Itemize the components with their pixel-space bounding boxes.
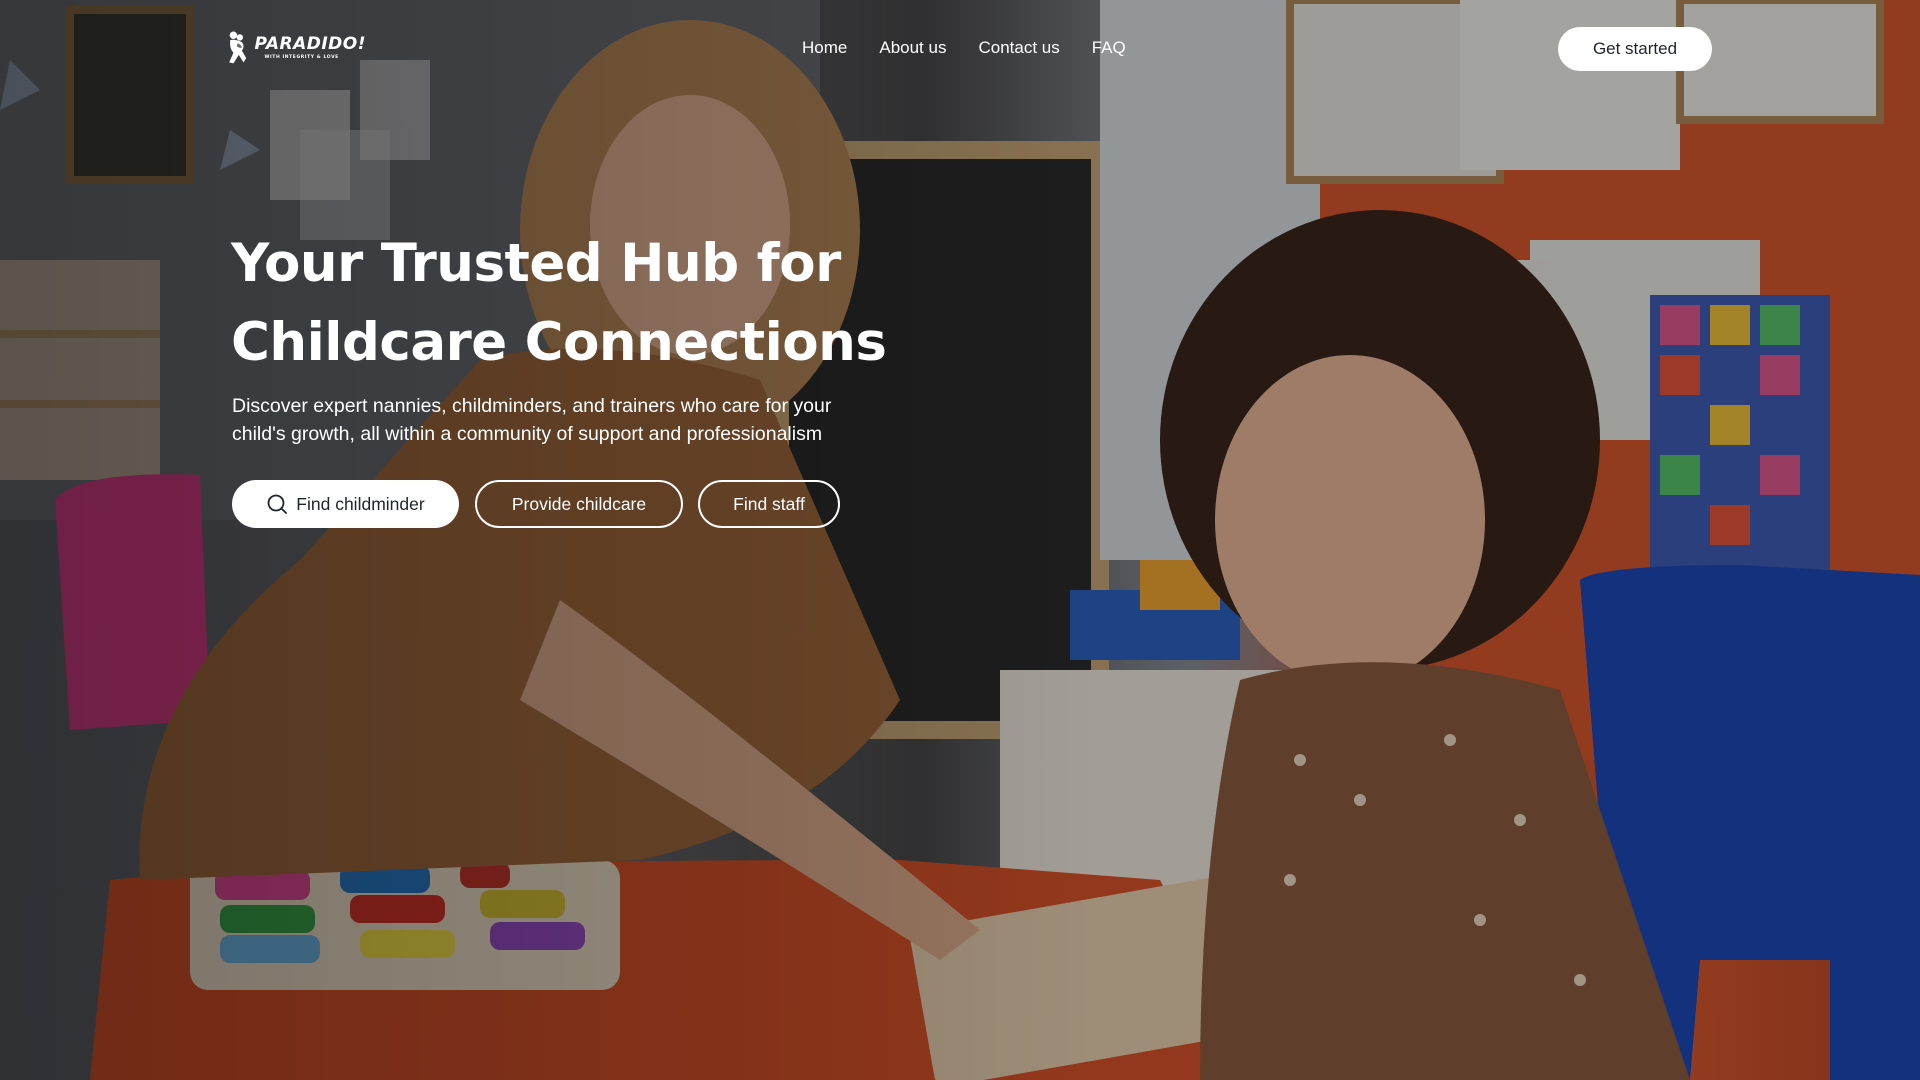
hero-background-image	[0, 0, 1920, 1080]
nav-link-faq[interactable]: FAQ	[1092, 36, 1126, 60]
main-navigation: Home About us Contact us FAQ	[802, 36, 1126, 60]
hero-subtitle-line: Discover expert nannies, childminders, a…	[232, 395, 832, 417]
hero-title: Your Trusted Hub for Childcare Connectio…	[231, 224, 991, 382]
hero-title-line: Your Trusted Hub for	[231, 233, 841, 294]
brand-tagline: WITH INTEGRITY & LOVE	[264, 54, 339, 60]
provide-childcare-button[interactable]: Provide childcare	[475, 480, 683, 528]
get-started-button[interactable]: Get started	[1558, 27, 1712, 71]
find-staff-button[interactable]: Find staff	[698, 480, 840, 528]
paradido-figures-logo-icon	[229, 31, 247, 64]
brand-name: PARADIDO!	[254, 33, 366, 54]
hero-subtitle: Discover expert nannies, childminders, a…	[232, 392, 932, 448]
find-childminder-label: Find childminder	[296, 493, 425, 514]
find-childminder-button[interactable]: Find childminder	[232, 480, 459, 528]
nav-link-about-us[interactable]: About us	[879, 36, 946, 60]
hero-title-line: Childcare Connections	[231, 312, 887, 373]
nav-link-contact-us[interactable]: Contact us	[978, 36, 1059, 60]
paradido-logo[interactable]: PARADIDO! WITH INTEGRITY & LOVE	[226, 14, 366, 82]
nav-link-home[interactable]: Home	[802, 36, 847, 60]
search-icon	[267, 494, 288, 514]
hero-subtitle-line: child's growth, all within a community o…	[232, 423, 823, 445]
